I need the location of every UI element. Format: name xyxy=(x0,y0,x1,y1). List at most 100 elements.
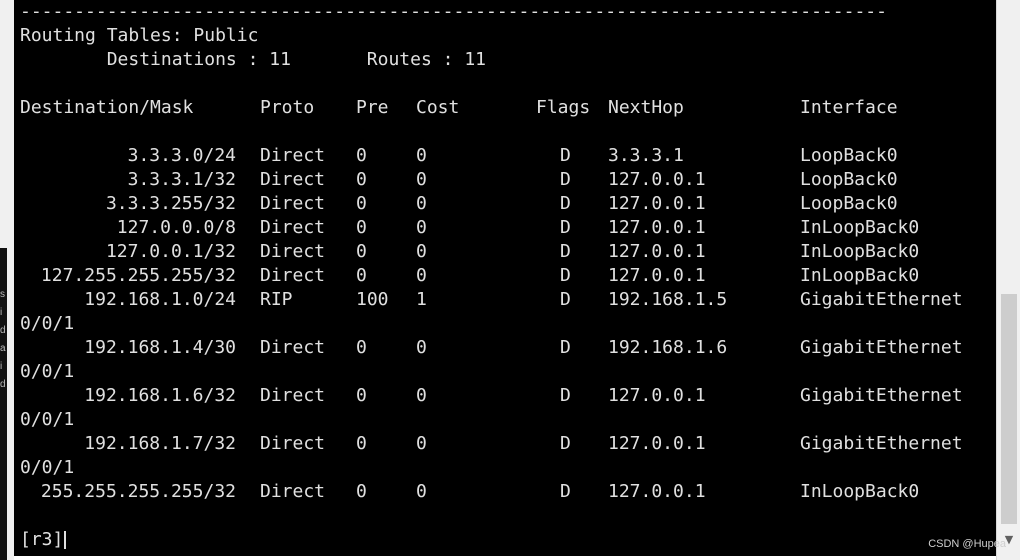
route-destination: 3.3.3.255/32 xyxy=(105,193,236,214)
route-destination: 3.3.3.1/32 xyxy=(127,169,236,190)
route-interface: GigabitEthernet xyxy=(800,337,963,358)
route-proto: Direct xyxy=(260,265,326,286)
route-flags: D xyxy=(560,481,571,502)
route-destination: 192.168.1.4/30 xyxy=(84,337,236,358)
route-cost: 0 xyxy=(416,217,427,238)
route-interface-wrap: 0/0/1 xyxy=(20,313,75,334)
route-proto: Direct xyxy=(260,193,326,214)
column-header-flags: Flags xyxy=(536,97,591,118)
route-interface: GigabitEthernet xyxy=(800,289,963,310)
background-window-text: sidaid xyxy=(0,286,8,394)
edge-char: a xyxy=(0,343,6,354)
route-proto: Direct xyxy=(260,481,326,502)
vertical-scrollbar[interactable]: ▼ xyxy=(996,0,1020,560)
route-pre: 0 xyxy=(356,193,367,214)
route-nexthop: 127.0.0.1 xyxy=(608,169,706,190)
table-row: 192.168.1.4/30 Direct 0 0 D 192.168.1.6 Gigabi… xyxy=(14,338,996,358)
route-nexthop: 192.168.1.6 xyxy=(608,337,728,358)
route-nexthop: 127.0.0.1 xyxy=(608,241,706,262)
route-nexthop: 3.3.3.1 xyxy=(608,145,684,166)
route-flags: D xyxy=(560,193,571,214)
route-proto: RIP xyxy=(260,289,293,310)
edge-char: d xyxy=(0,325,6,336)
route-flags: D xyxy=(560,145,571,166)
route-pre: 0 xyxy=(356,145,367,166)
route-pre: 100 xyxy=(356,289,389,310)
route-proto: Direct xyxy=(260,337,326,358)
table-row: 3.3.3.1/32 Direct 0 0 D 127.0.0.1 LoopBack0 xyxy=(14,170,996,190)
route-destination: 192.168.1.0/24 xyxy=(84,289,236,310)
route-proto: Direct xyxy=(260,169,326,190)
table-header: Destination/Mask Proto Pre Cost Flags Ne… xyxy=(14,98,996,118)
route-nexthop: 192.168.1.5 xyxy=(608,289,728,310)
route-flags: D xyxy=(560,217,571,238)
route-cost: 0 xyxy=(416,265,427,286)
table-row: 127.255.255.255/32 Direct 0 0 D 127.0.0.1 InLo… xyxy=(14,266,996,286)
route-pre: 0 xyxy=(356,217,367,238)
command-prompt[interactable]: [r3] xyxy=(20,530,67,550)
route-nexthop: 127.0.0.1 xyxy=(608,481,706,502)
edge-char: s xyxy=(0,289,5,300)
route-cost: 0 xyxy=(416,385,427,406)
route-flags: D xyxy=(560,265,571,286)
watermark: CSDN @Hupea xyxy=(928,538,1006,550)
table-row: 127.0.0.1/32 Direct 0 0 D 127.0.0.1 InLoopBack… xyxy=(14,242,996,262)
route-cost: 0 xyxy=(416,145,427,166)
column-header-destination: Destination/Mask xyxy=(20,97,194,118)
route-interface-wrap: 0/0/1 xyxy=(20,361,75,382)
terminal-console[interactable]: ----------------------------------------… xyxy=(14,0,996,556)
table-title: Routing Tables: Public xyxy=(20,25,259,46)
table-row: 192.168.1.0/24 RIP 100 1 D 192.168.1.5 Gigabit… xyxy=(14,290,996,310)
route-interface: InLoopBack0 xyxy=(800,217,920,238)
route-interface: InLoopBack0 xyxy=(800,241,920,262)
route-flags: D xyxy=(560,169,571,190)
route-flags: D xyxy=(560,241,571,262)
table-row: 192.168.1.6/32 Direct 0 0 D 127.0.0.1 GigabitE… xyxy=(14,386,996,406)
edge-char: i xyxy=(0,307,3,318)
summary-line: Destinations : 11 Routes : 11 xyxy=(20,49,486,70)
route-destination: 3.3.3.0/24 xyxy=(127,145,236,166)
route-proto: Direct xyxy=(260,217,326,238)
route-interface-wrap: 0/0/1 xyxy=(20,409,75,430)
route-pre: 0 xyxy=(356,337,367,358)
route-cost: 0 xyxy=(416,433,427,454)
route-cost: 1 xyxy=(416,289,427,310)
route-pre: 0 xyxy=(356,385,367,406)
route-flags: D xyxy=(560,385,571,406)
route-pre: 0 xyxy=(356,433,367,454)
route-proto: Direct xyxy=(260,241,326,262)
table-row: 3.3.3.0/24 Direct 0 0 D 3.3.3.1 LoopBack0 xyxy=(14,146,996,166)
route-interface: LoopBack0 xyxy=(800,145,898,166)
route-proto: Direct xyxy=(260,385,326,406)
route-destination: 127.0.0.1/32 xyxy=(105,241,236,262)
route-destination: 192.168.1.6/32 xyxy=(84,385,236,406)
route-proto: Direct xyxy=(260,145,326,166)
route-pre: 0 xyxy=(356,169,367,190)
table-row: 127.0.0.0/8 Direct 0 0 D 127.0.0.1 InLoopBack0 xyxy=(14,218,996,238)
table-row: 192.168.1.7/32 Direct 0 0 D 127.0.0.1 GigabitE… xyxy=(14,434,996,454)
route-interface-wrap: 0/0/1 xyxy=(20,457,75,478)
text-cursor xyxy=(64,531,67,549)
route-destination: 192.168.1.7/32 xyxy=(84,433,236,454)
route-proto: Direct xyxy=(260,433,326,454)
route-nexthop: 127.0.0.1 xyxy=(608,193,706,214)
scrollbar-thumb[interactable] xyxy=(1001,294,1017,524)
route-interface: InLoopBack0 xyxy=(800,265,920,286)
route-interface: GigabitEthernet xyxy=(800,385,963,406)
window-left-edge: sidaid xyxy=(0,0,14,560)
column-header-nexthop: NextHop xyxy=(608,97,684,118)
route-cost: 0 xyxy=(416,481,427,502)
column-header-cost: Cost xyxy=(416,97,460,118)
route-cost: 0 xyxy=(416,193,427,214)
edge-char: i xyxy=(0,361,3,372)
route-pre: 0 xyxy=(356,265,367,286)
route-cost: 0 xyxy=(416,169,427,190)
column-header-pre: Pre xyxy=(356,97,389,118)
edge-char: d xyxy=(0,379,6,390)
table-row: 3.3.3.255/32 Direct 0 0 D 127.0.0.1 LoopBack0 xyxy=(14,194,996,214)
route-cost: 0 xyxy=(416,337,427,358)
route-pre: 0 xyxy=(356,241,367,262)
route-nexthop: 127.0.0.1 xyxy=(608,385,706,406)
route-nexthop: 127.0.0.1 xyxy=(608,217,706,238)
route-destination: 127.0.0.0/8 xyxy=(116,217,236,238)
